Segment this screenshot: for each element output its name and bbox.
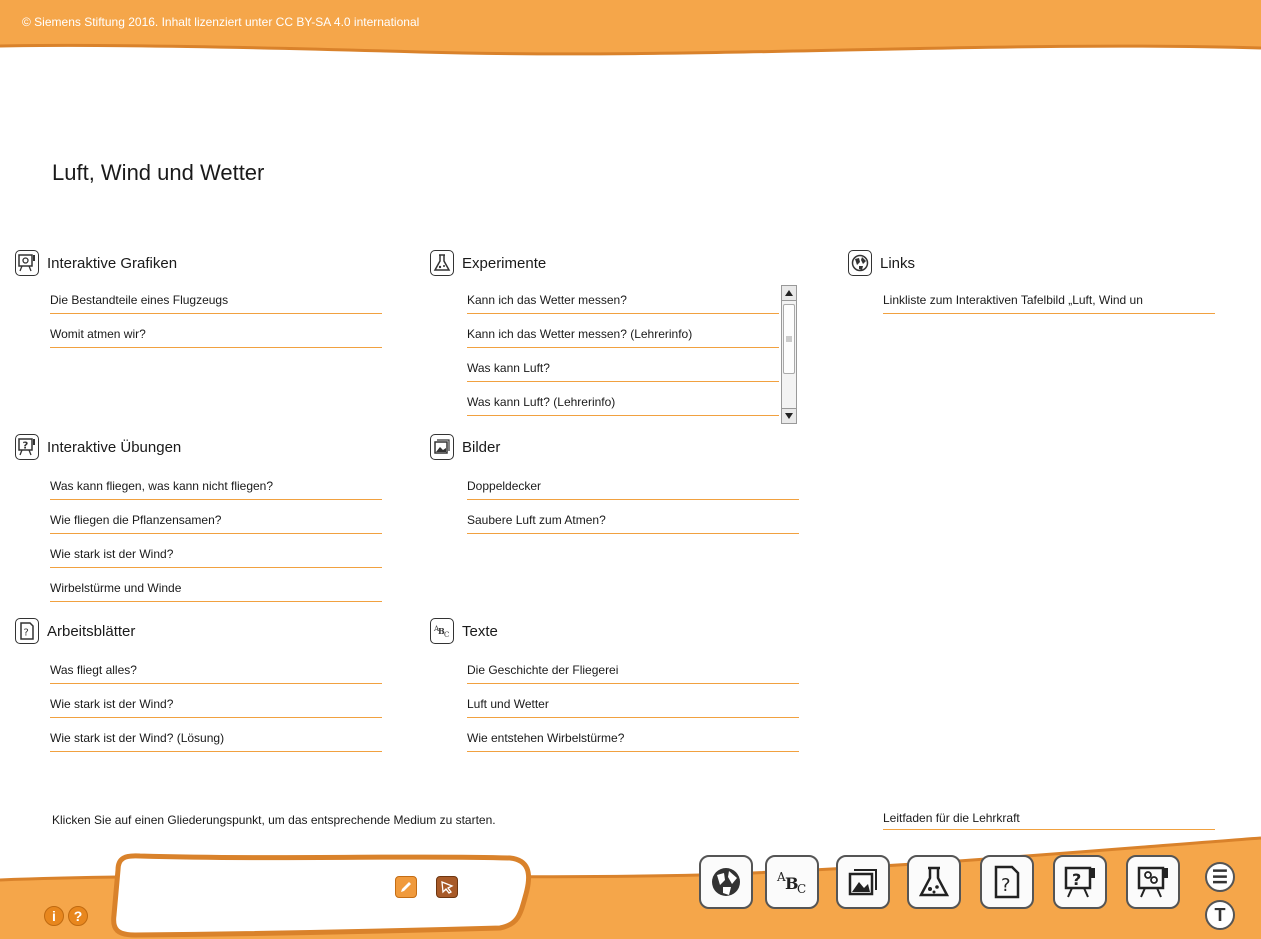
section-title: Texte: [462, 622, 498, 640]
section-interactive-graphics: Interaktive Grafiken: [15, 250, 177, 276]
list-item[interactable]: Kann ich das Wetter messen?: [467, 286, 779, 314]
text-abc-icon: ABC: [430, 618, 454, 644]
list-item[interactable]: Was fliegt alles?: [50, 656, 382, 684]
flask-icon: [918, 866, 950, 897]
list-item[interactable]: Was kann fliegen, was kann nicht fliegen…: [50, 472, 382, 500]
section-images: Bilder: [430, 434, 500, 460]
page-title: Luft, Wind und Wetter: [52, 160, 265, 185]
section-links: Links: [848, 250, 915, 276]
image-icon: [848, 869, 877, 896]
list-item[interactable]: Womit atmen wir?: [50, 320, 382, 348]
section-title: Links: [880, 254, 916, 272]
svg-text:?: ?: [24, 628, 29, 639]
section-title: Interaktive Übungen: [47, 438, 182, 456]
links-list: Linkliste zum Interaktiven Tafelbild „Lu…: [883, 286, 1215, 320]
list-item[interactable]: Was kann Luft? (Lehrerinfo): [467, 388, 779, 416]
list-item[interactable]: Saubere Luft zum Atmen?: [467, 506, 799, 534]
interactive-graphics-list: Die Bestandteile eines Flugzeugs Womit a…: [50, 286, 382, 354]
text-tool-button[interactable]: T: [1205, 900, 1235, 930]
svg-text:?: ?: [1072, 870, 1081, 889]
worksheet-icon: ?: [994, 865, 1020, 899]
pen-icon: [401, 882, 411, 892]
nav-texts-button[interactable]: ABC: [765, 855, 819, 909]
list-item[interactable]: Wie entstehen Wirbelstürme?: [467, 724, 799, 752]
nav-worksheets-button[interactable]: ?: [980, 855, 1034, 909]
menu-icon: ☰: [1211, 866, 1229, 887]
nav-interactive-exercises-button[interactable]: ?: [1053, 855, 1107, 909]
list-item[interactable]: Die Geschichte der Fliegerei: [467, 656, 799, 684]
nav-interactive-graphics-button[interactable]: [1126, 855, 1180, 909]
cursor-arrow-icon: [441, 880, 454, 894]
section-title: Interaktive Grafiken: [47, 254, 178, 272]
list-item[interactable]: Linkliste zum Interaktiven Tafelbild „Lu…: [883, 286, 1215, 314]
globe-icon: [712, 868, 740, 896]
interactive-graphic-icon: [15, 250, 39, 276]
menu-button[interactable]: ☰: [1205, 862, 1235, 892]
section-title: Arbeitsblätter: [47, 622, 136, 640]
text-t-icon: T: [1214, 904, 1226, 925]
nav-experiments-button[interactable]: [907, 855, 961, 909]
list-item[interactable]: Luft und Wetter: [467, 690, 799, 718]
experiments-scrollbar[interactable]: [781, 285, 797, 424]
list-item[interactable]: Kann ich das Wetter messen? (Lehrerinfo): [467, 320, 779, 348]
pointer-tool-button[interactable]: [436, 876, 458, 898]
image-icon: [430, 434, 454, 460]
section-experiments: Experimente: [430, 250, 546, 276]
list-item[interactable]: Wie fliegen die Pflanzensamen?: [50, 506, 382, 534]
worksheet-icon: ?: [15, 618, 39, 644]
interactive-exercise-icon: ?: [15, 434, 39, 460]
help-button[interactable]: ?: [68, 906, 88, 926]
svg-text:?: ?: [1001, 875, 1011, 896]
top-banner: [0, 0, 1261, 56]
interactive-graphic-icon: [1137, 866, 1168, 898]
section-title: Bilder: [462, 438, 501, 456]
list-item[interactable]: Die Bestandteile eines Flugzeugs: [50, 286, 382, 314]
list-item[interactable]: Doppeldecker: [467, 472, 799, 500]
svg-text:C: C: [444, 631, 449, 639]
interactive-exercises-list: Was kann fliegen, was kann nicht fliegen…: [50, 472, 382, 608]
copyright-notice: © Siemens Stiftung 2016. Inhalt lizenzie…: [22, 15, 420, 29]
svg-text:?: ?: [23, 441, 29, 452]
images-list: Doppeldecker Saubere Luft zum Atmen?: [467, 472, 799, 540]
experiments-list: Kann ich das Wetter messen? Kann ich das…: [467, 286, 779, 422]
flask-icon: [430, 250, 454, 276]
scroll-thumb[interactable]: [783, 304, 795, 374]
nav-links-button[interactable]: [699, 855, 753, 909]
list-item[interactable]: Wie stark ist der Wind? (Lösung): [50, 724, 382, 752]
nav-images-button[interactable]: [836, 855, 890, 909]
list-item[interactable]: Wie stark ist der Wind?: [50, 540, 382, 568]
svg-text:C: C: [797, 882, 806, 896]
worksheets-list: Was fliegt alles? Wie stark ist der Wind…: [50, 656, 382, 758]
section-title: Experimente: [462, 254, 547, 272]
section-worksheets: ? Arbeitsblätter: [15, 618, 135, 644]
scroll-down-arrow-icon[interactable]: [782, 408, 796, 423]
text-abc-icon: ABC: [776, 870, 806, 896]
list-item[interactable]: Was kann Luft?: [467, 354, 779, 382]
list-item[interactable]: Wirbelstürme und Winde: [50, 574, 382, 602]
list-item[interactable]: Wie stark ist der Wind?: [50, 690, 382, 718]
interactive-exercise-icon: ?: [1064, 866, 1095, 898]
info-button[interactable]: i: [44, 906, 64, 926]
section-texts: ABC Texte: [430, 618, 498, 644]
section-interactive-exercises: ? Interaktive Übungen: [15, 434, 181, 460]
texts-list: Die Geschichte der Fliegerei Luft und We…: [467, 656, 799, 758]
pen-tool-button[interactable]: [395, 876, 417, 898]
scroll-up-arrow-icon[interactable]: [782, 286, 796, 301]
globe-icon: [848, 250, 872, 276]
